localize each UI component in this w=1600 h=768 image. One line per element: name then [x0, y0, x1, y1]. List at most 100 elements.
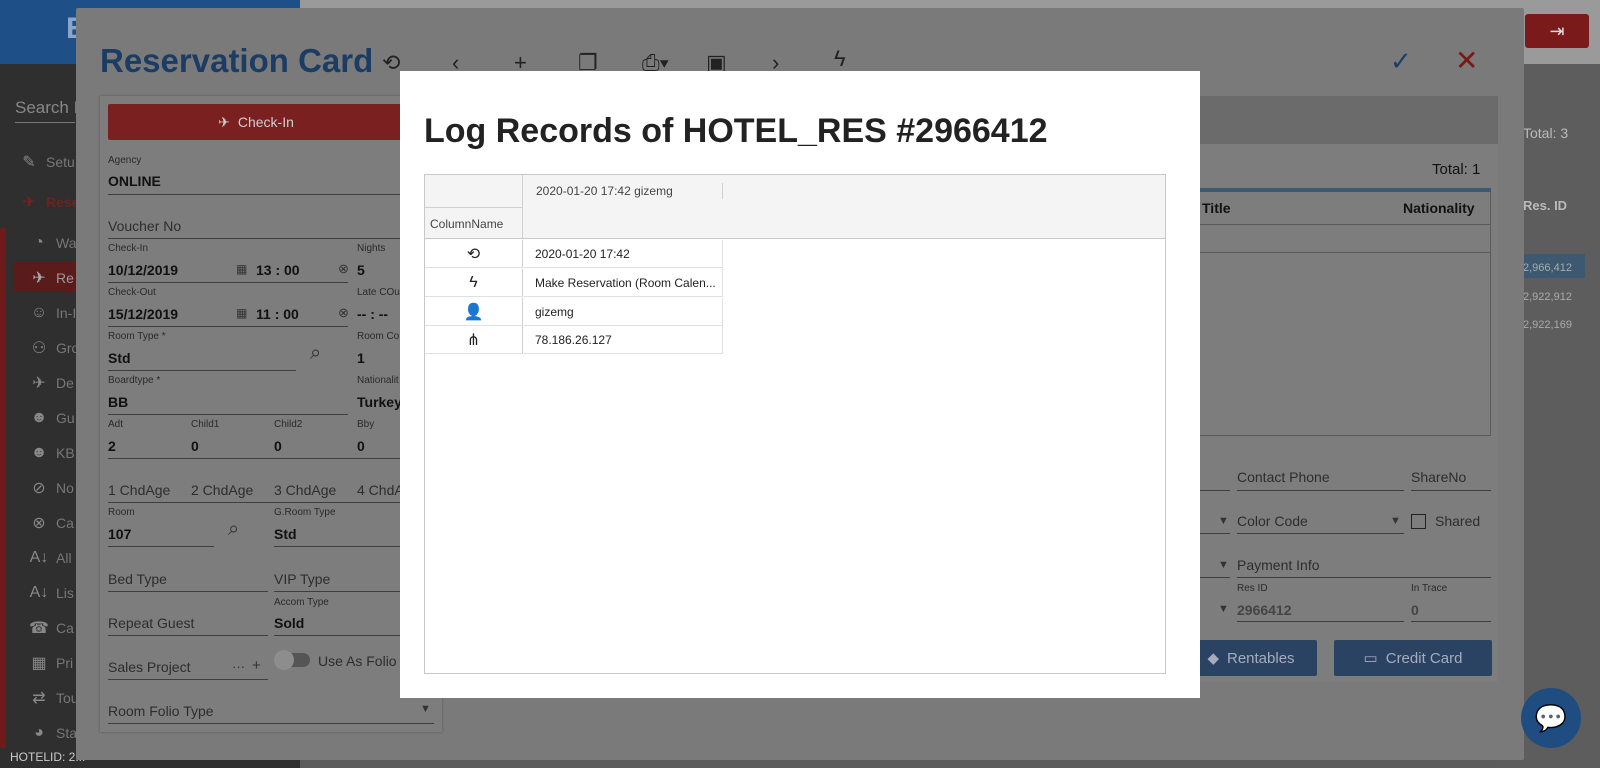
sidebar-item-setup[interactable]: ✎ Setu — [18, 150, 75, 174]
share-no-stepper[interactable]: ShareNo — [1411, 469, 1466, 485]
g-room-type-field[interactable]: Std — [274, 526, 297, 542]
table-row[interactable]: 2020-01-20 17:42 — [524, 240, 723, 268]
people-icon: ☺ — [30, 304, 48, 321]
search-icon[interactable]: ⌕ — [228, 518, 239, 541]
table-row[interactable]: 78.186.26.127 — [524, 326, 723, 354]
sidebar-item-label: All — [56, 550, 72, 566]
checkout-date-field[interactable]: 15/12/2019 — [108, 306, 178, 322]
adt-stepper[interactable]: 2 — [108, 438, 116, 454]
chevron-down-icon[interactable]: ▼ — [1390, 515, 1401, 527]
log-grid-column-header[interactable]: 2020-01-20 17:42 gizemg — [536, 184, 673, 198]
accom-type-field[interactable]: Sold — [274, 615, 304, 631]
room-count-field[interactable]: 1 — [357, 350, 365, 366]
sidebar-item-label: In-I — [56, 305, 77, 321]
child1-label: Child1 — [191, 419, 220, 430]
sidebar-item-inhouse[interactable]: ☺ In-I — [28, 301, 76, 325]
sidebar-item-stats[interactable]: ◕ Sta — [28, 721, 77, 745]
chd-age-3-field[interactable]: 3 ChdAge — [274, 482, 336, 498]
calendar-icon[interactable]: ▦ — [236, 262, 247, 276]
repeat-guest-field[interactable]: Repeat Guest — [108, 615, 194, 631]
sidebar-item-prices[interactable]: ▦ Pri — [28, 651, 73, 675]
sales-project-field[interactable]: Sales Project — [108, 659, 190, 675]
more-icon[interactable]: ··· — [232, 659, 245, 674]
clear-icon[interactable]: ⊗ — [338, 305, 349, 321]
boardtype-field[interactable]: BB — [108, 394, 128, 410]
agency-field[interactable]: ONLINE — [108, 173, 161, 189]
nights-field[interactable]: 5 — [357, 262, 365, 278]
sidebar-item-kb[interactable]: ☻ KB — [28, 441, 75, 465]
sidebar-item-reservations[interactable]: ✈ Re — [28, 266, 74, 290]
accom-type-label: Accom Type — [274, 597, 329, 608]
clear-icon[interactable]: ⊗ — [338, 261, 349, 277]
sidebar-item-label: Pri — [56, 655, 74, 671]
log-grid-row-header: ColumnName — [430, 217, 504, 231]
late-checkout-field[interactable]: -- : -- — [357, 306, 388, 322]
checkin-date-field[interactable]: 10/12/2019 — [108, 262, 178, 278]
sidebar-search-input[interactable]: Search I — [15, 98, 78, 118]
child1-stepper[interactable]: 0 — [191, 438, 199, 454]
column-header-nationality[interactable]: Nationality — [1403, 200, 1475, 216]
sidebar-item-noshow[interactable]: ⊘ No — [28, 476, 74, 500]
list-item[interactable]: 2,922,912 — [1523, 291, 1572, 303]
pie-icon: ◕ — [34, 724, 44, 741]
nationality-label: Nationalit — [357, 375, 399, 386]
chevron-down-icon[interactable]: ▼ — [1218, 559, 1229, 571]
check-in-button[interactable]: ✈ Check-In — [108, 104, 404, 140]
close-icon[interactable]: ✕ — [1455, 44, 1478, 77]
sidebar-item-waiting[interactable]: ◔ Wa — [28, 231, 76, 255]
chevron-down-icon[interactable]: ▼ — [1218, 515, 1229, 527]
chd-age-2-field[interactable]: 2 ChdAge — [191, 482, 253, 498]
chevron-down-icon[interactable]: ▼ — [420, 703, 431, 715]
flash-icon[interactable]: ϟ — [834, 46, 846, 72]
room-folio-type-select[interactable]: Room Folio Type — [108, 703, 214, 719]
chd-age-1-field[interactable]: 1 ChdAge — [108, 482, 170, 498]
sidebar-item-calls[interactable]: ☎ Ca — [28, 616, 74, 640]
rentables-button[interactable]: ◆ Rentables — [1185, 640, 1317, 676]
sidebar-item-label: Setu — [46, 154, 75, 170]
sidebar-item-departures[interactable]: ✈ De — [28, 371, 74, 395]
table-row[interactable]: Make Reservation (Room Calen... — [524, 269, 723, 297]
chd-age-4-field[interactable]: 4 ChdA — [357, 482, 404, 498]
sidebar-item-lists[interactable]: A↓ Lis — [28, 581, 74, 605]
logout-button[interactable]: ⇥ — [1525, 14, 1589, 48]
checkout-time-field[interactable]: 11 : 00 — [256, 306, 299, 322]
reservation-list-total: Total: 3 — [1523, 125, 1569, 141]
room-count-label: Room Co — [357, 331, 400, 342]
payment-info-field[interactable]: Payment Info — [1237, 557, 1320, 573]
sidebar-item-cancelled[interactable]: ⊗ Ca — [28, 511, 74, 535]
checkin-time-field[interactable]: 13 : 00 — [256, 262, 300, 278]
sidebar-item-groups[interactable]: ⚇ Gro — [28, 336, 80, 360]
credit-card-icon: ▭ — [1363, 650, 1378, 667]
in-trace-label: In Trace — [1411, 583, 1448, 594]
search-icon[interactable]: ⌕ — [310, 342, 321, 365]
table-row[interactable]: gizemg — [524, 298, 723, 326]
chat-button[interactable]: 💬 — [1521, 688, 1581, 748]
divider — [274, 591, 408, 592]
sidebar-item-all[interactable]: A↓ All — [28, 546, 72, 570]
bed-type-field[interactable]: Bed Type — [108, 571, 167, 587]
child2-stepper[interactable]: 0 — [274, 438, 282, 454]
sidebar-item-label: Sta — [56, 725, 78, 741]
calendar-icon[interactable]: ▦ — [236, 306, 247, 320]
voucher-field[interactable]: Voucher No — [108, 218, 181, 234]
shared-checkbox[interactable] — [1411, 514, 1426, 529]
res-id-field: 2966412 — [1237, 602, 1292, 618]
column-header-title[interactable]: Title — [1202, 200, 1231, 216]
list-item[interactable]: 2,922,169 — [1523, 319, 1572, 331]
nationality-field[interactable]: Turkey — [357, 394, 402, 410]
credit-card-button[interactable]: ▭ Credit Card — [1334, 640, 1492, 676]
room-type-field[interactable]: Std — [108, 350, 131, 366]
bby-stepper[interactable]: 0 — [357, 438, 365, 454]
room-field[interactable]: 107 — [108, 526, 131, 542]
contact-phone-field[interactable]: Contact Phone — [1237, 469, 1330, 485]
sidebar-item-guests[interactable]: ☻ Gu — [28, 406, 75, 430]
sidebar-item-tour[interactable]: ⇄ Tou — [28, 686, 78, 710]
add-icon[interactable]: + — [252, 657, 261, 674]
history-icon[interactable]: ⟲ — [382, 50, 400, 76]
chevron-down-icon[interactable]: ▼ — [1218, 603, 1229, 615]
confirm-icon[interactable]: ✓ — [1390, 46, 1412, 77]
color-code-select[interactable]: Color Code — [1237, 513, 1308, 529]
list-item[interactable]: 2,966,412 — [1523, 262, 1572, 274]
vip-type-field[interactable]: VIP Type — [274, 571, 330, 587]
sidebar-item-reservation[interactable]: ✈ Rese — [18, 190, 79, 214]
